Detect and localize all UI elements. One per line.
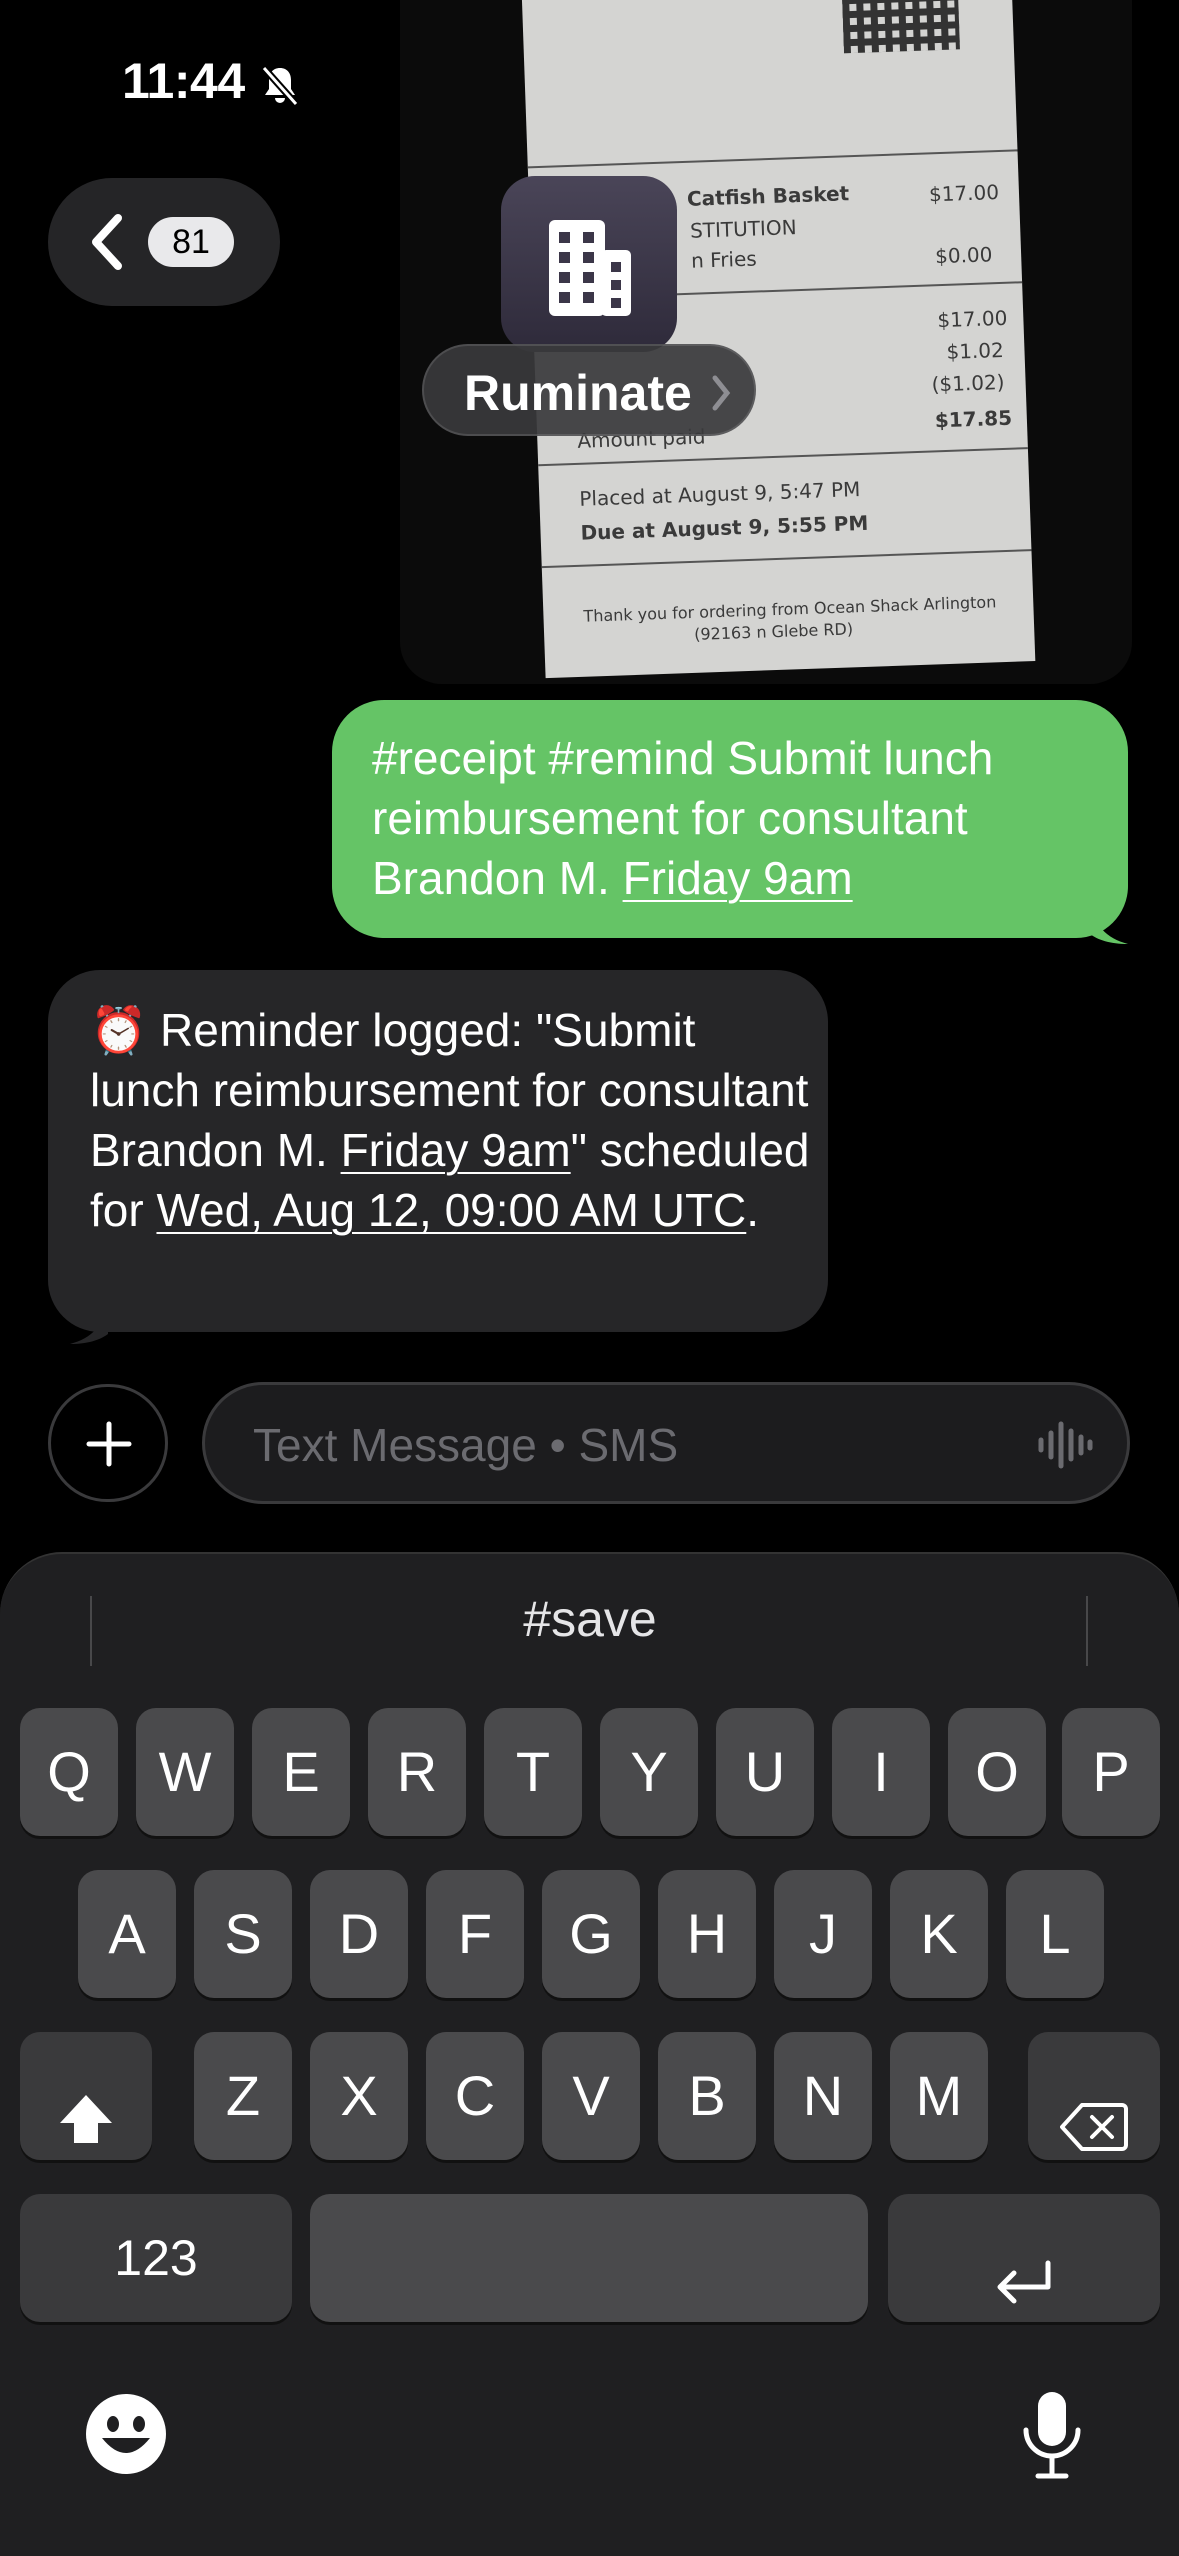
suggestion-divider xyxy=(90,1596,92,1666)
receipt-address: (92163 n Glebe RD) xyxy=(693,619,854,644)
date-link[interactable]: Wed, Aug 12, 09:00 AM UTC xyxy=(156,1184,746,1236)
suggestion-divider xyxy=(1086,1596,1088,1666)
building-icon xyxy=(541,216,637,321)
receipt-price: $17.00 xyxy=(928,179,1000,207)
delete-key[interactable] xyxy=(1028,2032,1160,2160)
receipt-item: n Fries xyxy=(690,246,758,273)
key-f[interactable]: F xyxy=(426,1870,524,1998)
key-d[interactable]: D xyxy=(310,1870,408,1998)
key-s[interactable]: S xyxy=(194,1870,292,1998)
receipt-price: $17.00 xyxy=(936,305,1008,333)
key-g[interactable]: G xyxy=(542,1870,640,1998)
numbers-key[interactable]: 123 xyxy=(20,2194,292,2322)
sent-message-text: #receipt #remind Submit lunch reimbursem… xyxy=(372,728,1102,908)
dictation-mic-icon[interactable] xyxy=(1020,2390,1084,2487)
key-y[interactable]: Y xyxy=(600,1708,698,1836)
receipt-price: $1.02 xyxy=(946,337,1005,364)
plus-icon xyxy=(85,1420,133,1473)
key-e[interactable]: E xyxy=(252,1708,350,1836)
contact-name: Ruminate xyxy=(464,365,692,421)
key-k[interactable]: K xyxy=(890,1870,988,1998)
contact-name-button[interactable]: Ruminate xyxy=(422,344,756,436)
qr-code xyxy=(840,0,960,54)
key-c[interactable]: C xyxy=(426,2032,524,2160)
receipt-price: $0.00 xyxy=(934,242,993,269)
date-link[interactable]: Friday 9am xyxy=(341,1124,571,1176)
return-key[interactable] xyxy=(888,2194,1160,2322)
key-l[interactable]: L xyxy=(1006,1870,1104,1998)
back-button[interactable]: 81 xyxy=(48,178,280,306)
key-p[interactable]: P xyxy=(1062,1708,1160,1836)
space-bar[interactable] xyxy=(310,2194,868,2322)
receipt-price: ($1.02) xyxy=(931,369,1005,397)
voice-waveform-icon[interactable] xyxy=(1037,1421,1093,1474)
key-h[interactable]: H xyxy=(658,1870,756,1998)
suggestion-item[interactable]: #save xyxy=(340,1590,840,1648)
key-x[interactable]: X xyxy=(310,2032,408,2160)
key-w[interactable]: W xyxy=(136,1708,234,1836)
receipt-item: STITUTION xyxy=(689,215,797,243)
key-t[interactable]: T xyxy=(484,1708,582,1836)
key-o[interactable]: O xyxy=(948,1708,1046,1836)
message-input[interactable] xyxy=(253,1415,1013,1475)
received-message-text: ⏰ Reminder logged: "Submit lunch reimbur… xyxy=(90,1000,810,1240)
receipt-item: Catfish Basket xyxy=(686,181,850,211)
key-r[interactable]: R xyxy=(368,1708,466,1836)
key-j[interactable]: J xyxy=(774,1870,872,1998)
receipt-due: Due at August 9, 5:55 PM xyxy=(580,510,869,545)
backspace-icon xyxy=(1060,2070,1128,2198)
unread-count-badge: 81 xyxy=(148,217,234,267)
chevron-left-icon xyxy=(86,212,126,277)
sent-message-bubble[interactable]: #receipt #remind Submit lunch reimbursem… xyxy=(332,700,1128,938)
key-v[interactable]: V xyxy=(542,2032,640,2160)
emoji-icon[interactable] xyxy=(84,2392,168,2481)
bell-slash-icon xyxy=(256,62,304,115)
reply-text: . xyxy=(746,1184,760,1236)
shift-key[interactable] xyxy=(20,2032,152,2160)
receipt-total: $17.85 xyxy=(934,405,1013,433)
receipt-divider xyxy=(527,149,1018,169)
bubble-tail xyxy=(1090,900,1130,951)
status-time: 11:44 xyxy=(122,53,245,109)
add-attachment-button[interactable] xyxy=(48,1384,168,1502)
bubble-tail xyxy=(68,1300,108,1351)
key-q[interactable]: Q xyxy=(20,1708,118,1836)
contact-avatar[interactable] xyxy=(501,176,677,352)
key-i[interactable]: I xyxy=(832,1708,930,1836)
key-u[interactable]: U xyxy=(716,1708,814,1836)
receipt-divider xyxy=(541,549,1032,569)
alarm-clock-icon: ⏰ xyxy=(90,1004,148,1056)
received-message-bubble[interactable]: ⏰ Reminder logged: "Submit lunch reimbur… xyxy=(48,970,828,1332)
key-n[interactable]: N xyxy=(774,2032,872,2160)
message-field[interactable] xyxy=(202,1382,1130,1504)
receipt-placed: Placed at August 9, 5:47 PM xyxy=(578,477,861,511)
return-icon xyxy=(992,2230,1056,2358)
key-z[interactable]: Z xyxy=(194,2032,292,2160)
key-m[interactable]: M xyxy=(890,2032,988,2160)
receipt-image[interactable]: Catfish Basket $17.00 STITUTION n Fries … xyxy=(400,0,1132,684)
chevron-right-icon xyxy=(710,374,732,417)
key-a[interactable]: A xyxy=(78,1870,176,1998)
shift-icon xyxy=(56,2066,116,2194)
date-link[interactable]: Friday 9am xyxy=(623,852,853,904)
key-b[interactable]: B xyxy=(658,2032,756,2160)
